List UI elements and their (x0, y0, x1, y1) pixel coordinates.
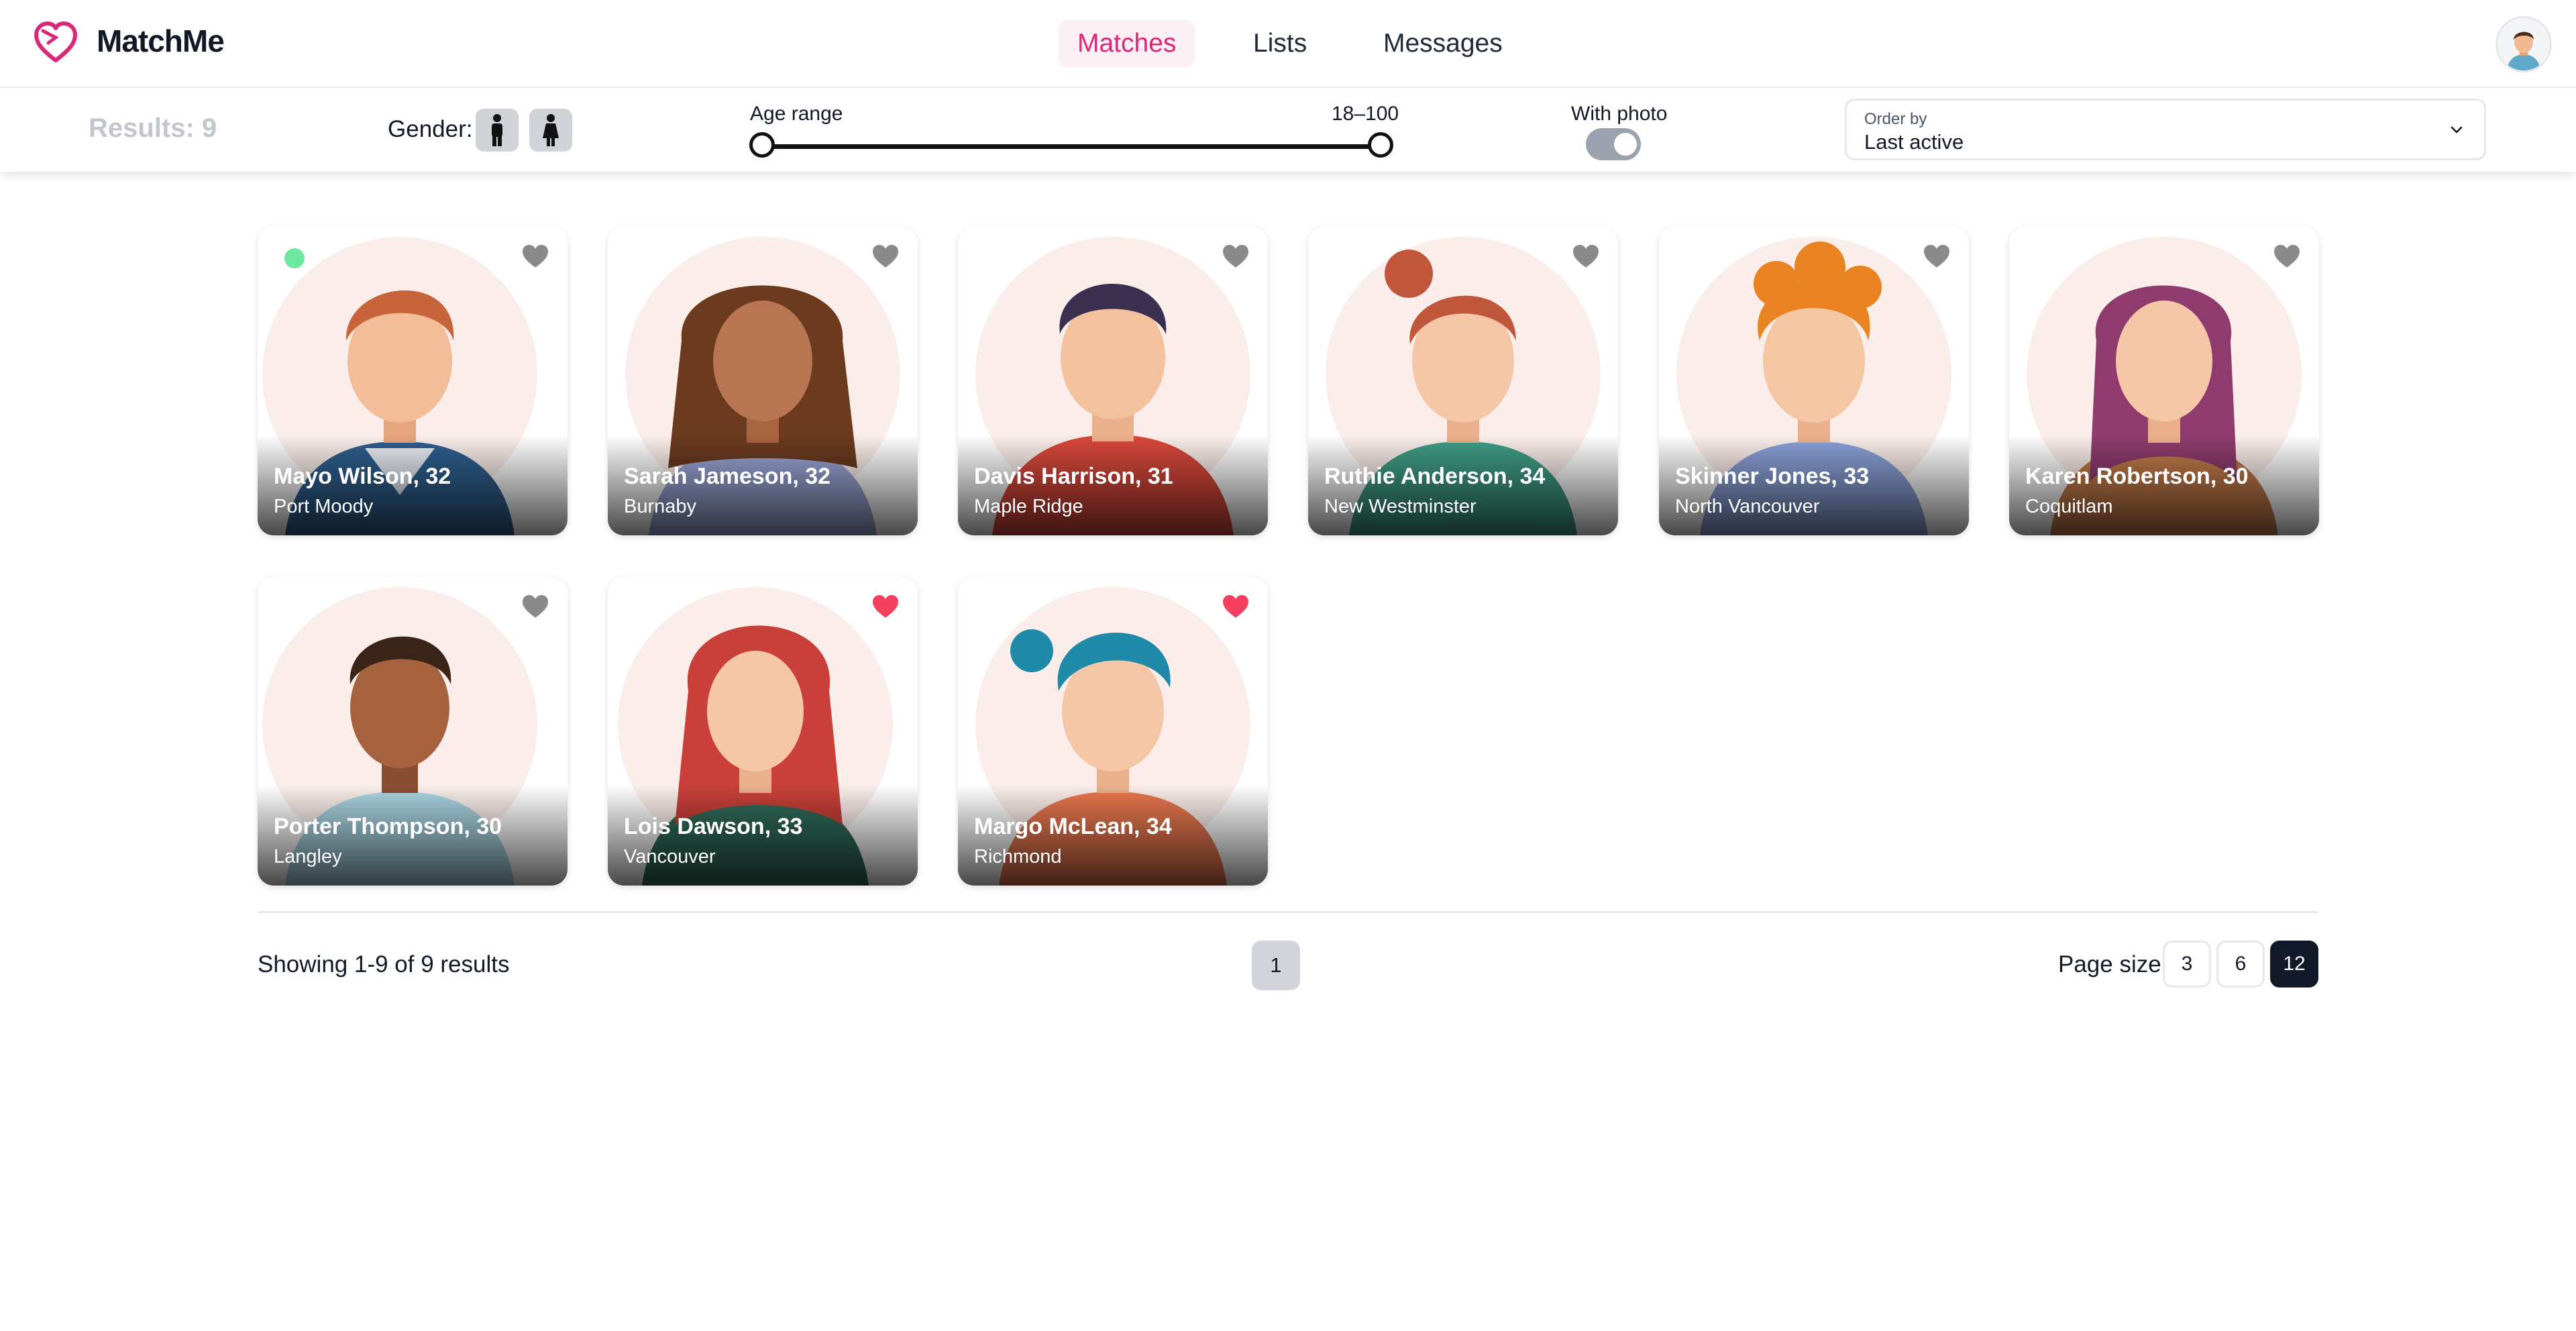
member-name: Sarah Jameson, 32 (624, 464, 831, 489)
nav-messages[interactable]: Messages (1364, 20, 1521, 67)
with-photo-toggle[interactable] (1586, 128, 1641, 160)
results-count: Results: 9 (89, 113, 217, 143)
page-size-3-button[interactable]: 3 (2163, 941, 2211, 988)
member-name: Lois Dawson, 33 (624, 814, 803, 839)
gender-male-button[interactable] (476, 109, 519, 152)
member-name: Ruthie Anderson, 34 (1324, 464, 1546, 489)
heart-icon[interactable] (2272, 243, 2302, 270)
nav-lists[interactable]: Lists (1234, 20, 1326, 67)
member-name: Skinner Jones, 33 (1675, 464, 1870, 489)
filter-bar: Results: 9 Gender: Age range 18–100 With… (0, 88, 2576, 172)
member-city: Burnaby (624, 496, 697, 517)
order-by-value: Last active (1864, 130, 1964, 154)
member-name: Mayo Wilson, 32 (274, 464, 451, 489)
age-max-thumb[interactable] (1368, 132, 1393, 158)
male-icon (492, 114, 502, 146)
online-indicator (284, 248, 305, 268)
heart-icon[interactable] (521, 243, 550, 270)
page-size-label: Page size: (2058, 951, 2168, 977)
member-city: Maple Ridge (974, 496, 1083, 517)
age-min-thumb[interactable] (749, 132, 775, 158)
age-range-value: 18–100 (1332, 103, 1399, 125)
divider (258, 911, 2318, 913)
gender-label: Gender: (388, 116, 473, 142)
order-by-label: Order by (1864, 110, 1927, 128)
age-range-track[interactable] (762, 144, 1381, 149)
with-photo-label: With photo (1571, 103, 1668, 125)
app-name[interactable]: MatchMe (97, 23, 225, 59)
member-name: Davis Harrison, 31 (974, 464, 1173, 489)
member-card[interactable]: Ruthie Anderson, 34 New Westminster (1308, 227, 1618, 535)
member-city: Coquitlam (2025, 496, 2113, 517)
user-avatar[interactable] (2496, 16, 2552, 72)
member-card[interactable]: Sarah Jameson, 32 Burnaby (608, 227, 918, 535)
nav-matches[interactable]: Matches (1059, 20, 1195, 67)
member-card[interactable]: Mayo Wilson, 32 Port Moody (258, 227, 568, 535)
heart-icon[interactable] (1221, 593, 1250, 620)
heart-icon[interactable] (871, 593, 900, 620)
page-size-12-button[interactable]: 12 (2270, 941, 2318, 988)
heart-icon[interactable] (1922, 243, 1951, 270)
member-name: Porter Thompson, 30 (274, 814, 502, 839)
member-city: New Westminster (1324, 496, 1477, 517)
member-city: Port Moody (274, 496, 374, 517)
top-navbar: MatchMe Matches Lists Messages (0, 0, 2576, 88)
member-card[interactable]: Margo McLean, 34 Richmond (958, 577, 1268, 886)
member-card[interactable]: Skinner Jones, 33 North Vancouver (1659, 227, 1969, 535)
chevron-down-icon (2451, 126, 2463, 134)
member-name: Margo McLean, 34 (974, 814, 1172, 839)
member-card[interactable]: Karen Robertson, 30 Coquitlam (2009, 227, 2319, 535)
heart-logo-icon[interactable] (32, 19, 79, 66)
heart-icon[interactable] (521, 593, 550, 620)
order-by-select[interactable]: Order by Last active (1845, 99, 2486, 160)
heart-icon[interactable] (1571, 243, 1601, 270)
member-card[interactable]: Porter Thompson, 30 Langley (258, 577, 568, 886)
member-city: Langley (274, 846, 342, 867)
heart-icon[interactable] (871, 243, 900, 270)
age-range-label: Age range (750, 103, 843, 125)
page-size-6-button[interactable]: 6 (2216, 941, 2265, 988)
member-card[interactable]: Lois Dawson, 33 Vancouver (608, 577, 918, 886)
heart-icon[interactable] (1221, 243, 1250, 270)
member-city: Richmond (974, 846, 1062, 867)
member-card[interactable]: Davis Harrison, 31 Maple Ridge (958, 227, 1268, 535)
member-city: North Vancouver (1675, 496, 1820, 517)
toggle-knob (1614, 133, 1637, 156)
member-city: Vancouver (624, 846, 716, 867)
showing-results: Showing 1-9 of 9 results (258, 951, 510, 977)
gender-female-button[interactable] (529, 109, 572, 152)
avatar-portrait-icon (2498, 18, 2550, 70)
page-button-1[interactable]: 1 (1252, 941, 1300, 990)
member-name: Karen Robertson, 30 (2025, 464, 2249, 489)
female-icon (543, 114, 559, 146)
